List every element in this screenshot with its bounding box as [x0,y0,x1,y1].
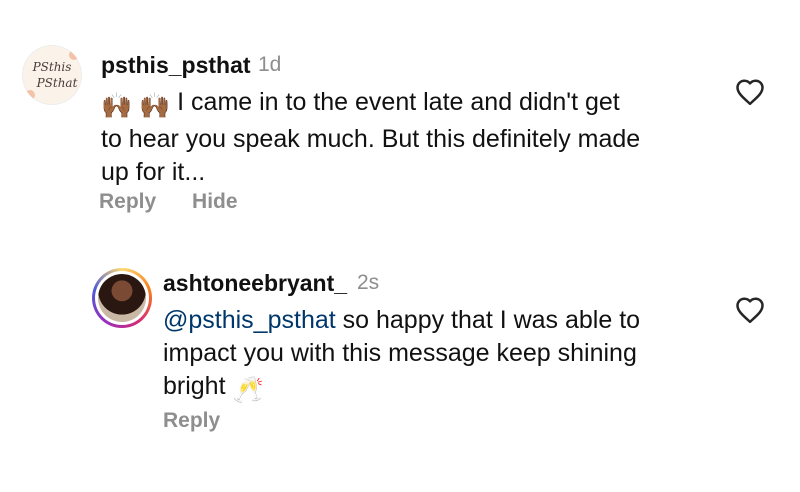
comment-actions: Reply Hide [99,190,268,214]
reply-button[interactable]: Reply [99,190,156,213]
comment-text: 🙌🏾 🙌🏾 I came in to the event late and di… [101,86,721,189]
comment-actions: Reply [163,409,250,433]
heart-outline-icon[interactable] [735,296,765,324]
avatar[interactable]: PSthis PSthat [22,45,82,105]
clinking-glasses-emoji: 🥂 [232,376,264,404]
comment-text-line: I came in to the event late and didn't g… [177,88,620,116]
hide-button[interactable]: Hide [192,190,238,213]
comment-text-line: up for it... [101,158,206,186]
comment-timestamp: 1d [258,53,282,76]
comment-text-line: so happy that I was able to [335,306,641,334]
raising-hands-emoji: 🙌🏾 🙌🏾 [101,92,171,120]
comment-text-line: bright [163,372,226,400]
avatar-photo [98,274,146,322]
reply-button[interactable]: Reply [163,409,220,432]
comment-text-line: impact you with this message keep shinin… [163,339,637,367]
floral-decoration-icon [25,50,79,100]
comment-username[interactable]: psthis_psthat [101,52,251,79]
heart-outline-icon[interactable] [735,78,765,106]
avatar[interactable] [92,268,152,328]
comment-text: @psthis_psthat so happy that I was able … [163,304,723,407]
comment-text-line: to hear you speak much. But this definit… [101,125,641,153]
comment-username[interactable]: ashtoneebryant_ [163,270,347,297]
mention-link[interactable]: @psthis_psthat [163,306,336,334]
comment-timestamp: 2s [357,271,380,294]
